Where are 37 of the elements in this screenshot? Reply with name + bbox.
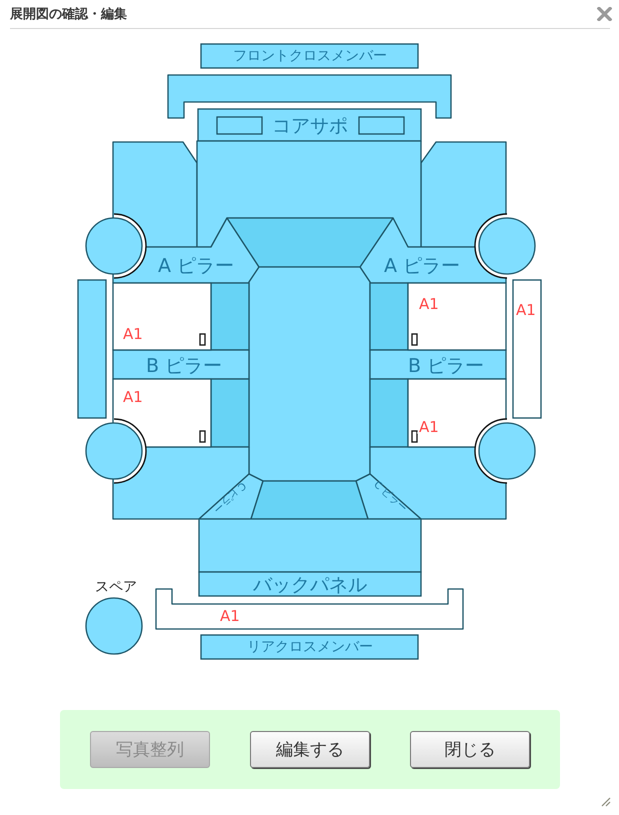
part-label: コアサポ [272, 115, 348, 137]
part-label: A ピラー [158, 255, 234, 277]
part-label: C ピラー [210, 479, 248, 515]
part-label: C ピラー [371, 479, 409, 515]
wheel [478, 422, 536, 480]
side-window [210, 378, 250, 448]
door-handle-icon [411, 333, 418, 346]
wheel [85, 422, 143, 480]
side-window [369, 378, 409, 448]
part-label: フロントクロスメンバー [233, 48, 387, 64]
dialog-button[interactable]: 編集する [250, 731, 370, 768]
core-support-opening [216, 116, 263, 135]
damage-code: A1 [123, 325, 143, 343]
part-label: B ピラー [408, 355, 484, 377]
door-handle-icon [411, 430, 418, 443]
door-handle-icon [199, 430, 206, 443]
wheel [478, 217, 536, 275]
core-support-opening [358, 116, 405, 135]
part-label: スペア [95, 579, 137, 595]
dialog-button[interactable]: 閉じる [410, 731, 530, 768]
wheel [85, 217, 143, 275]
close-icon[interactable] [597, 7, 612, 21]
resize-grip-icon[interactable] [599, 795, 611, 807]
side-window [210, 282, 250, 351]
door-handle-icon [199, 333, 206, 346]
window-title: 展開図の確認・編集 [10, 6, 127, 23]
damage-code: A1 [516, 301, 536, 319]
part-label: A ピラー [384, 255, 460, 277]
damage-code: A1 [419, 295, 439, 313]
part-label: バックパネル [253, 574, 367, 596]
spare-tire [85, 597, 143, 655]
damage-code: A1 [220, 607, 240, 625]
side-window [369, 282, 409, 351]
part-label: リアクロスメンバー [247, 639, 373, 655]
part-label: B ピラー [146, 355, 222, 377]
damage-code: A1 [123, 388, 143, 406]
damage-code: A1 [419, 418, 439, 436]
